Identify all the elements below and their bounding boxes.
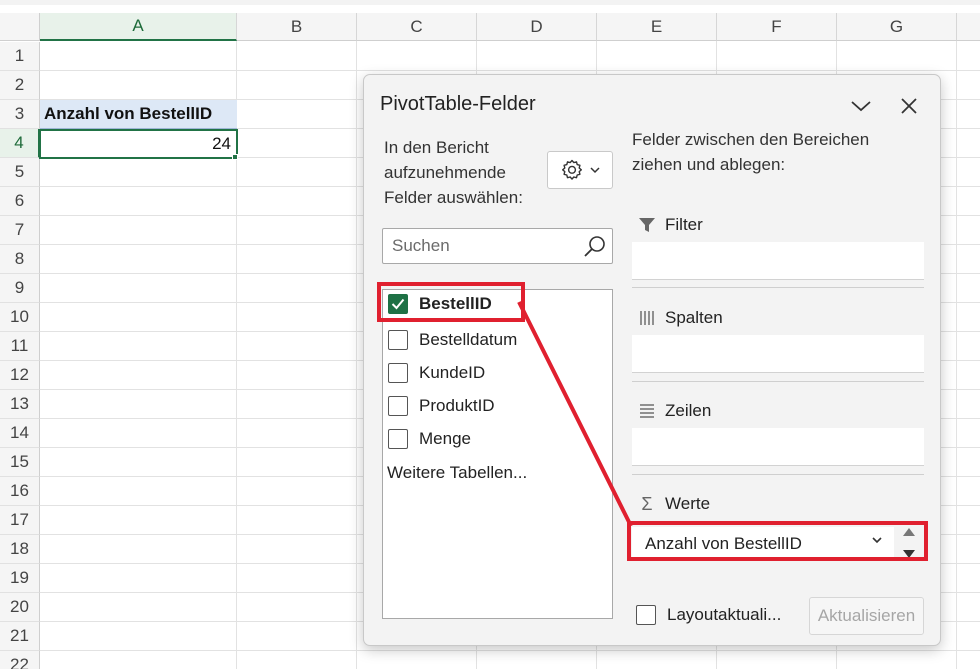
annotation-arrow-line	[517, 301, 633, 527]
